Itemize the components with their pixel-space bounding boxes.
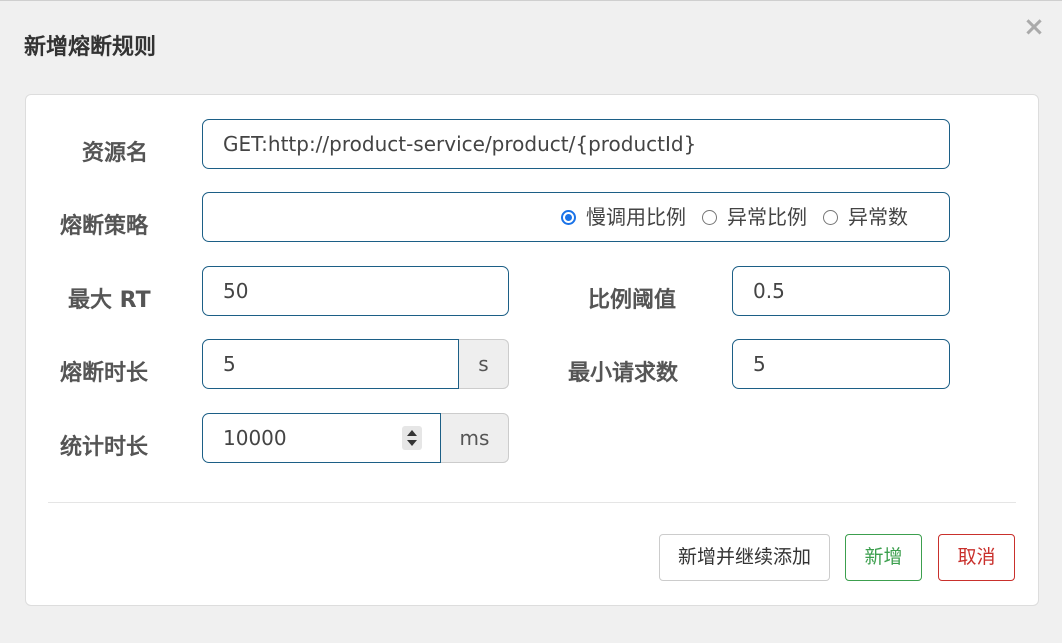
resource-name-input[interactable]: GET:http://product-service/product/{prod…	[202, 119, 950, 169]
dialog-title: 新增熔断规则	[24, 35, 157, 60]
max-rt-label: 最大 RT	[68, 288, 151, 313]
strategy-label: 熔断策略	[60, 214, 149, 239]
ratio-threshold-input[interactable]: 0.5	[732, 266, 950, 316]
radio-unchecked-icon[interactable]	[702, 209, 717, 225]
break-duration-input[interactable]: 5	[202, 339, 459, 389]
add-and-continue-button[interactable]: 新增并继续添加	[659, 534, 830, 581]
radio-slow-call-ratio[interactable]: 慢调用比例	[561, 193, 686, 241]
radio-label: 异常比例	[727, 205, 807, 229]
min-request-label: 最小请求数	[568, 361, 679, 386]
stat-duration-value: 10000	[223, 426, 287, 450]
add-button[interactable]: 新增	[845, 534, 922, 581]
resource-name-label: 资源名	[82, 141, 149, 166]
number-spinner-icon[interactable]	[402, 426, 422, 450]
ratio-threshold-label: 比例阈值	[588, 288, 677, 313]
spinner-up-icon[interactable]	[407, 430, 417, 436]
break-duration-label: 熔断时长	[60, 361, 149, 386]
radio-label: 异常数	[848, 205, 908, 229]
divider	[48, 502, 1016, 503]
stat-duration-input[interactable]: 10000	[202, 413, 441, 463]
cancel-button[interactable]: 取消	[938, 534, 1015, 581]
radio-checked-icon[interactable]	[561, 209, 576, 225]
radio-label: 慢调用比例	[586, 205, 686, 229]
stat-duration-unit: ms	[441, 413, 509, 463]
break-duration-unit: s	[459, 339, 509, 389]
strategy-radio-group: 慢调用比例 异常比例 异常数	[561, 193, 924, 241]
close-icon[interactable]: ×	[1022, 14, 1046, 40]
radio-exception-count[interactable]: 异常数	[823, 193, 908, 241]
stat-duration-label: 统计时长	[60, 435, 149, 460]
spinner-down-icon[interactable]	[407, 440, 417, 446]
rule-dialog: 新增熔断规则 × 资源名 GET:http://product-service/…	[0, 0, 1062, 643]
max-rt-input[interactable]: 50	[202, 266, 509, 316]
strategy-radio-box: 慢调用比例 异常比例 异常数	[202, 192, 950, 242]
form-panel: 资源名 GET:http://product-service/product/{…	[25, 94, 1039, 606]
radio-unchecked-icon[interactable]	[823, 209, 838, 225]
min-request-input[interactable]: 5	[732, 339, 950, 389]
radio-exception-ratio[interactable]: 异常比例	[702, 193, 807, 241]
